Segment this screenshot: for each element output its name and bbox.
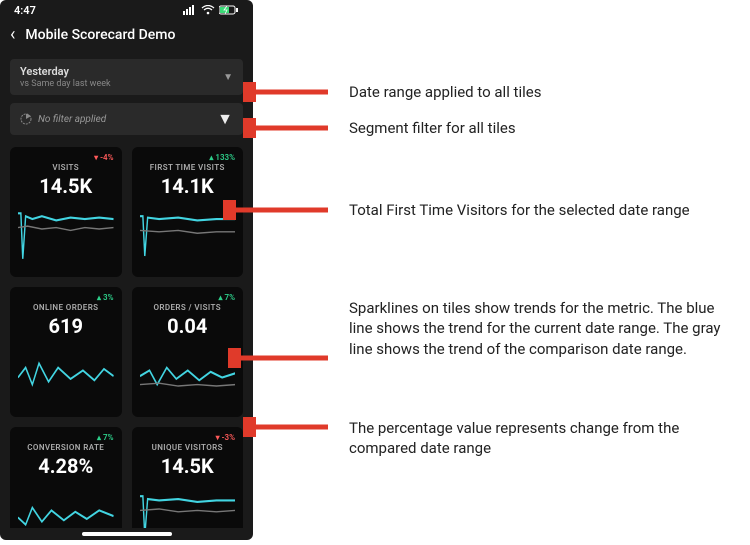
date-range-secondary: vs Same day last week (20, 79, 111, 89)
sparkline (18, 202, 114, 273)
sparkline (140, 342, 236, 413)
delta-badge: ▴ 3% (18, 293, 114, 302)
date-range-primary: Yesterday (20, 65, 111, 78)
metric-value: 14.5K (140, 454, 236, 478)
signal-icon (183, 5, 197, 15)
chevron-down-icon: ▼ (223, 72, 233, 83)
status-time: 4:47 (14, 4, 36, 17)
wifi-icon (201, 5, 215, 15)
tile-visits[interactable]: ▾ -4% VISITS 14.5K (10, 147, 122, 277)
annotations-panel: Date range applied to all tiles Segment … (253, 0, 750, 545)
segment-icon (20, 113, 32, 125)
metric-value: 14.5K (18, 174, 114, 198)
annotation-text: Date range applied to all tiles (349, 82, 541, 102)
tiles-grid: ▾ -4% VISITS 14.5K ▴ 133% FIRST TIME VIS… (0, 139, 253, 528)
metric-label: ORDERS / VISITS (140, 303, 236, 312)
sparkline (18, 342, 114, 413)
home-indicator (82, 532, 172, 536)
chevron-down-icon: ▼ (217, 109, 233, 129)
arrow-icon (243, 417, 333, 437)
tile-online-orders[interactable]: ▴ 3% ONLINE ORDERS 619 (10, 287, 122, 417)
back-button[interactable]: ‹ (10, 24, 15, 45)
annotation-text: Sparklines on tiles show trends for the … (349, 298, 729, 359)
sparkline (140, 202, 236, 273)
arrow-icon (243, 118, 333, 138)
annotation-text: Total First Time Visitors for the select… (349, 200, 690, 220)
segment-filter-selector[interactable]: No filter applied ▼ (10, 103, 243, 135)
date-range-selector[interactable]: Yesterday vs Same day last week ▼ (10, 59, 243, 95)
filter-label: No filter applied (38, 114, 106, 125)
sparkline (18, 482, 114, 528)
metric-value: 0.04 (140, 314, 236, 338)
tile-conversion-rate[interactable]: ▴ 7% CONVERSION RATE 4.28% (10, 427, 122, 528)
arrow-icon (228, 348, 333, 368)
metric-value: 14.1K (140, 174, 236, 198)
delta-badge: ▾ -4% (18, 153, 114, 162)
arrow-icon (243, 82, 333, 102)
filter-left: No filter applied (20, 113, 106, 125)
tile-unique-visitors[interactable]: ▾ -3% UNIQUE VISITORS 14.5K (132, 427, 244, 528)
battery-icon (219, 5, 239, 15)
tile-orders-visits[interactable]: ▴ 7% ORDERS / VISITS 0.04 (132, 287, 244, 417)
metric-value: 619 (18, 314, 114, 338)
annotation-text: Segment filter for all tiles (349, 118, 516, 138)
status-bar: 4:47 (0, 0, 253, 20)
page-title: Mobile Scorecard Demo (25, 27, 175, 43)
arrow-icon (223, 200, 333, 220)
delta-badge: ▴ 133% (140, 153, 236, 162)
metric-label: FIRST TIME VISITS (140, 163, 236, 172)
metric-label: ONLINE ORDERS (18, 303, 114, 312)
metric-label: CONVERSION RATE (18, 443, 114, 452)
delta-badge: ▾ -3% (140, 433, 236, 442)
annotation-text: The percentage value represents change f… (349, 418, 729, 459)
delta-badge: ▴ 7% (18, 433, 114, 442)
status-icons (183, 5, 239, 15)
metric-value: 4.28% (18, 454, 114, 478)
metric-label: VISITS (18, 163, 114, 172)
date-range-text: Yesterday vs Same day last week (20, 65, 111, 89)
sparkline (140, 482, 236, 528)
header: ‹ Mobile Scorecard Demo (0, 20, 253, 55)
delta-badge: ▴ 7% (140, 293, 236, 302)
metric-label: UNIQUE VISITORS (140, 443, 236, 452)
phone-frame: 4:47 ‹ Mobile Scorecard Demo Yesterday v… (0, 0, 253, 540)
